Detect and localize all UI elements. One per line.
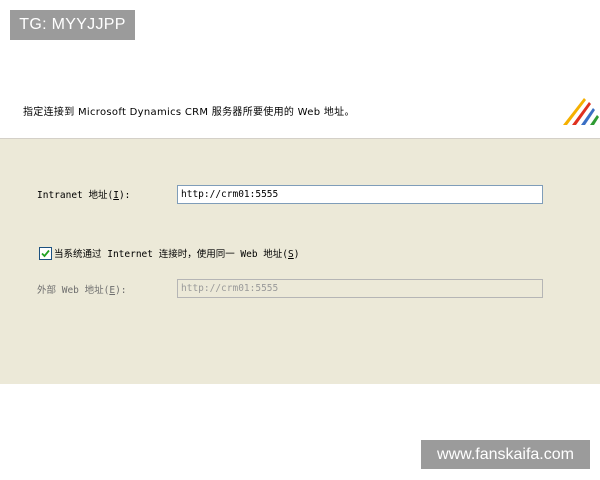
- intranet-address-label: Intranet 地址(I):: [37, 190, 131, 201]
- page-instruction: 指定连接到 Microsoft Dynamics CRM 服务器所要使用的 We…: [23, 107, 355, 118]
- external-address-input: [177, 279, 543, 298]
- settings-panel: [0, 138, 600, 384]
- site-watermark: www.fanskaifa.com: [421, 440, 590, 469]
- same-address-checkbox[interactable]: [39, 247, 52, 260]
- logo-stroke-green: [590, 115, 599, 125]
- microsoft-dynamics-logo-icon: [562, 94, 600, 126]
- intranet-address-input[interactable]: [177, 185, 543, 204]
- same-address-label[interactable]: 当系统通过 Internet 连接时，使用同一 Web 地址(S): [54, 246, 299, 260]
- external-address-label: 外部 Web 地址(E):: [37, 285, 127, 296]
- tg-watermark: TG: MYYJJPP: [10, 10, 135, 40]
- checkmark-icon: [41, 249, 50, 258]
